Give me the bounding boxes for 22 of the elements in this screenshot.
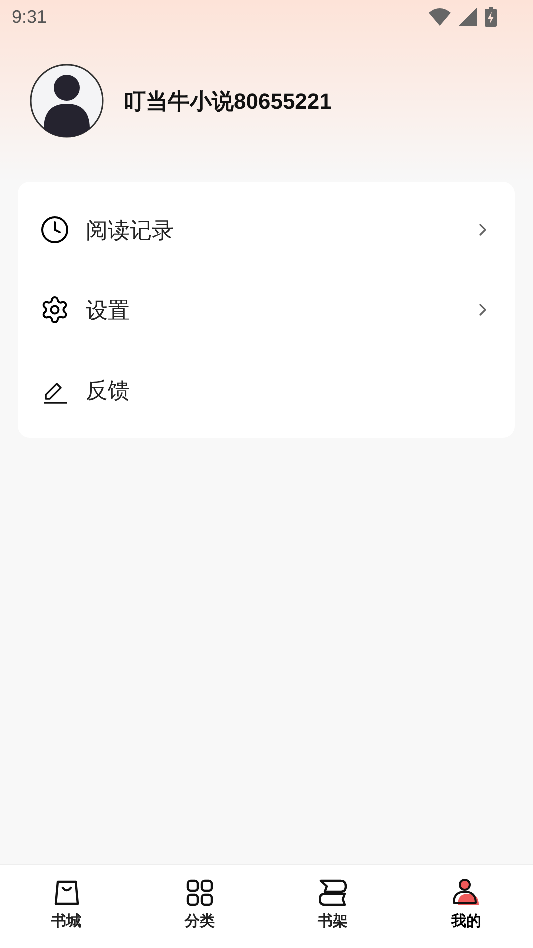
signal-icon xyxy=(459,8,477,26)
menu-label: 阅读记录 xyxy=(86,216,175,244)
tab[interactable]: 书架 xyxy=(266,865,400,948)
avatar[interactable] xyxy=(30,64,104,138)
menu-label: 反馈 xyxy=(86,376,131,404)
shopping-bag-icon xyxy=(52,879,81,908)
settings-icon xyxy=(40,295,70,325)
tab[interactable]: 书城 xyxy=(0,865,134,948)
username: 叮当牛小说80655221 xyxy=(124,88,332,116)
clock-icon xyxy=(40,215,70,245)
menu-item[interactable]: 反馈 xyxy=(18,350,515,430)
grid-icon xyxy=(186,879,214,908)
person-icon xyxy=(451,879,482,908)
menu-item[interactable]: 设置 xyxy=(18,270,515,350)
menu-item[interactable]: 阅读记录 xyxy=(18,190,515,270)
books-icon xyxy=(319,879,348,908)
tab[interactable]: 分类 xyxy=(133,865,266,948)
wifi-icon xyxy=(429,8,451,26)
status-time: 9:31 xyxy=(12,6,48,28)
battery-icon xyxy=(485,7,497,27)
tab[interactable]: 我的 xyxy=(400,865,533,948)
menu-label: 设置 xyxy=(86,296,131,324)
